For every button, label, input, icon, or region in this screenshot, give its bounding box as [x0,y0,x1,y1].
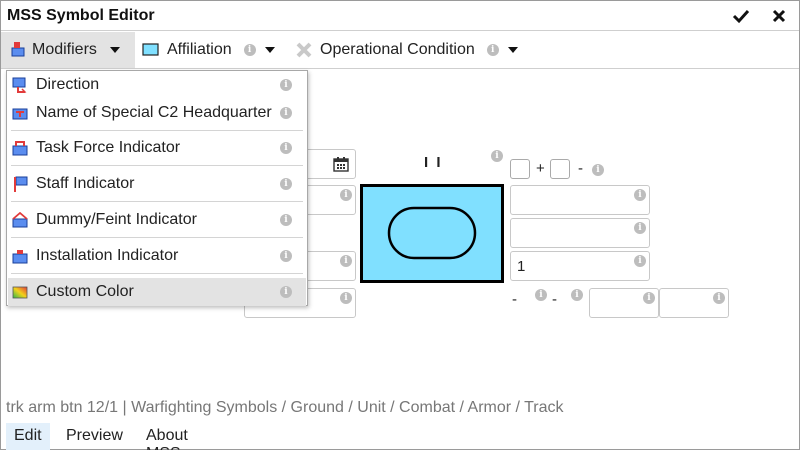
bottom-modifier-field-1[interactable]: i [589,288,659,318]
menu-separator [11,165,303,166]
info-icon[interactable]: i [280,142,292,154]
symbol-description-status: trk arm btn 12/1 | Warfighting Symbols /… [6,399,564,416]
info-icon[interactable]: i [491,150,503,162]
info-icon[interactable]: i [340,189,352,201]
info-icon[interactable]: i [571,289,583,301]
menu-item-label: Staff Indicator [36,175,135,192]
toolbar: Modifiers Affiliation i Operational Cond… [1,32,799,69]
info-icon[interactable]: i [634,189,646,201]
menu-item-dummy-feint-indicator[interactable]: Dummy/Feint Indicator i [8,206,306,234]
operational-condition-label: Operational Condition [320,41,475,58]
bottom-minus-sign: - [552,291,557,308]
menu-item-staff-indicator[interactable]: Staff Indicator i [8,170,306,198]
right-modifier-field-3[interactable]: 1 i [510,251,650,281]
menu-item-task-force-indicator[interactable]: Task Force Indicator i [8,134,306,162]
close-icon [772,9,786,23]
info-icon[interactable]: i [634,222,646,234]
menu-separator [11,201,303,202]
chevron-down-icon [264,47,275,53]
modifiers-flag-icon [11,42,25,57]
checkmark-icon [732,9,750,24]
task-force-indicator-icon [12,141,28,156]
menu-item-label: Task Force Indicator [36,139,181,156]
info-icon[interactable]: i [280,107,292,119]
modifiers-dropdown-button[interactable]: Modifiers [1,32,135,68]
info-icon[interactable]: i [535,289,547,301]
bottom-minus-sign: - [512,291,517,308]
menu-separator [11,273,303,274]
close-button[interactable] [769,6,789,26]
menu-separator [11,130,303,131]
info-icon[interactable]: i [486,44,499,56]
affiliation-label: Affiliation [167,41,232,58]
menu-item-label: Direction [36,76,100,93]
tab-preview[interactable]: Preview [58,423,131,450]
custom-color-icon [12,286,28,299]
modifiers-label: Modifiers [32,41,97,58]
menu-item-label: Name of Special C2 Headquarter [36,104,272,121]
info-icon[interactable]: i [280,286,292,298]
info-icon[interactable]: i [280,214,292,226]
affiliation-dropdown-button[interactable]: Affiliation i [142,32,287,68]
info-icon[interactable]: i [592,164,604,176]
operational-condition-icon [296,42,312,58]
info-icon[interactable]: i [634,255,646,267]
menu-item-installation-indicator[interactable]: Installation Indicator i [8,242,306,270]
info-icon[interactable]: i [340,292,352,304]
modifiers-menu: Direction i Name of Special C2 Headquart… [6,70,308,306]
menu-item-label: Custom Color [36,283,134,300]
info-icon[interactable]: i [713,292,725,304]
title-bar: MSS Symbol Editor [1,1,799,31]
info-icon[interactable]: i [243,44,256,56]
menu-item-special-c2-headquarter[interactable]: Name of Special C2 Headquarter i [8,99,306,127]
reduced-checkbox[interactable] [550,159,570,179]
field-value: 1 [517,258,526,275]
menu-item-direction[interactable]: Direction i [8,71,306,99]
confirm-button[interactable] [731,6,751,26]
info-icon[interactable]: i [280,79,292,91]
installation-indicator-icon [12,250,28,264]
menu-item-custom-color[interactable]: Custom Color i [8,278,306,306]
reinforced-checkbox[interactable] [510,159,530,179]
info-icon[interactable]: i [340,255,352,267]
direction-flag-icon [12,77,27,93]
tab-about-mss[interactable]: About MSS [138,423,196,450]
chevron-down-icon [507,47,518,53]
menu-separator [11,237,303,238]
minus-sign: - [578,160,583,177]
info-icon[interactable]: i [280,250,292,262]
plus-sign: + [536,160,545,177]
dummy-feint-indicator-icon [12,212,28,228]
window-title: MSS Symbol Editor [7,7,155,24]
affiliation-frame-icon [142,43,159,56]
armor-track-icon [387,206,477,260]
operational-condition-dropdown-button[interactable]: Operational Condition i [295,32,527,68]
info-icon[interactable]: i [280,178,292,190]
menu-item-label: Installation Indicator [36,247,179,264]
echelon-indicator: I I [424,154,443,171]
staff-indicator-icon [14,176,28,192]
bottom-modifier-field-2[interactable]: i [659,288,729,318]
special-c2-headquarter-icon [12,108,28,120]
calendar-icon[interactable] [333,156,349,172]
symbol-frame[interactable] [360,184,504,283]
tab-edit[interactable]: Edit [6,423,50,450]
right-modifier-field-2[interactable]: i [510,218,650,248]
chevron-down-icon [109,47,120,53]
mss-symbol-editor-window: MSS Symbol Editor Modifiers Affiliation … [0,0,800,450]
right-modifier-field-1[interactable]: i [510,185,650,215]
menu-item-label: Dummy/Feint Indicator [36,211,197,228]
info-icon[interactable]: i [643,292,655,304]
